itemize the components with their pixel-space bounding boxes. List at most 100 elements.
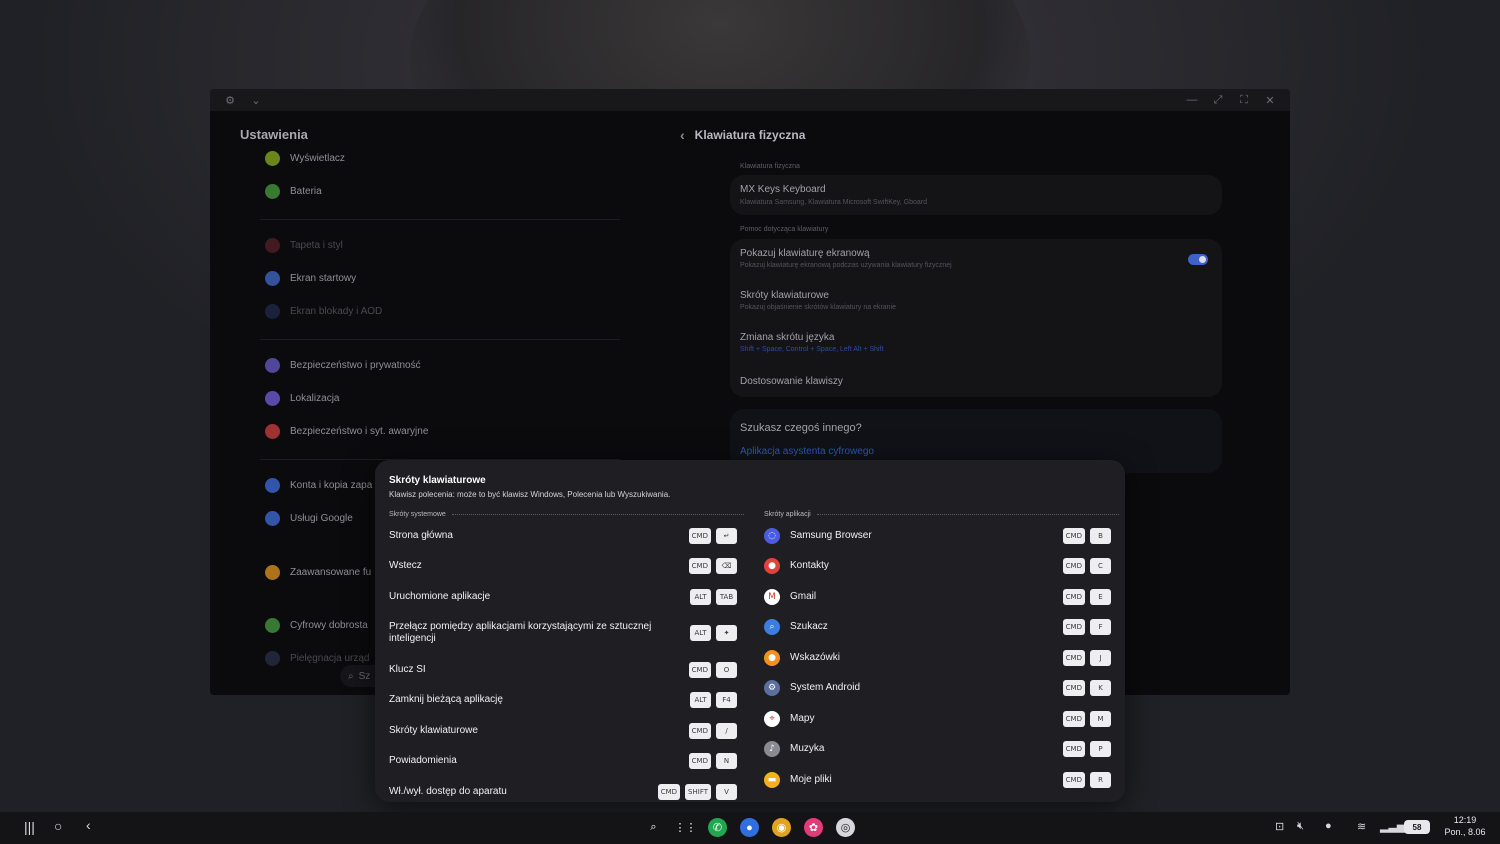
settings-item[interactable]: Bateria	[265, 184, 322, 199]
recent-apps-button[interactable]: |||	[24, 819, 35, 835]
settings-item[interactable]: Bezpieczeństwo i syt. awaryjne	[265, 424, 428, 439]
resize-icon[interactable]: ⤢	[1210, 94, 1226, 107]
setting-row-show-onscreen-keyboard[interactable]: Pokazuj klawiaturę ekranową Pokazuj klaw…	[730, 239, 1222, 281]
chevron-down-icon[interactable]: ⌄	[248, 94, 264, 107]
shortcut-label: Gmail	[790, 591, 817, 602]
settings-item-label: Usługi Google	[290, 513, 353, 524]
app-shortcut-row[interactable]: ⚙ System Android CMD K	[764, 676, 1111, 700]
app-shortcut-row[interactable]: ⌖ Mapy CMD M	[764, 707, 1111, 731]
app-shortcut-row[interactable]: ⌕ Szukacz CMD F	[764, 615, 1111, 639]
settings-sidebar: Ustawienia	[240, 127, 620, 142]
contacts-icon: ●	[764, 558, 780, 574]
chrome-app-icon[interactable]: ◉	[772, 818, 791, 837]
keyboard-card[interactable]: MX Keys Keyboard Klawiatura Samsung, Kla…	[730, 175, 1222, 215]
digital-assistant-link[interactable]: Aplikacja asystenta cyfrowego	[740, 446, 874, 457]
setting-row-language-shortcut[interactable]: Zmiana skrótu języka Shift + Space, Cont…	[730, 323, 1222, 365]
camera-app-icon[interactable]: ◎	[836, 818, 855, 837]
shortcut-keys: CMD E	[1062, 589, 1111, 605]
settings-item[interactable]: Pielęgnacja urząd	[265, 651, 370, 666]
settings-item[interactable]: Tapeta i styl	[265, 238, 343, 253]
my-files-icon: ▬	[764, 772, 780, 788]
clock-time: 12:19	[1453, 815, 1477, 825]
settings-item[interactable]: Zaawansowane fu	[265, 565, 371, 580]
shortcut-label: Szukacz	[790, 621, 828, 632]
phone-app-icon[interactable]: ✆	[708, 818, 727, 837]
keycap: SHIFT	[685, 784, 711, 800]
system-shortcut-row: Powiadomienia CMD N	[389, 749, 737, 773]
shortcut-label: Powiadomienia	[389, 755, 457, 766]
keycap: ⌫	[716, 558, 737, 574]
settings-item[interactable]: Bezpieczeństwo i prywatność	[265, 358, 421, 373]
messages-app-icon[interactable]: ●	[740, 818, 759, 837]
system-shortcut-row: Przełącz pomiędzy aplikacjami korzystają…	[389, 618, 737, 648]
app-shortcut-row[interactable]: ▬ Moje pliki CMD R	[764, 768, 1111, 792]
gallery-app-icon[interactable]: ✿	[804, 818, 823, 837]
apps-grid-icon[interactable]: ⋮⋮	[675, 818, 697, 837]
app-shortcut-row[interactable]: ● Kontakty CMD C	[764, 554, 1111, 578]
settings-item-icon	[265, 478, 280, 493]
shortcut-label: Mapy	[790, 713, 815, 724]
settings-title: Ustawienia	[240, 127, 308, 142]
clock[interactable]: 12:19 Pon., 8.06	[1440, 814, 1490, 838]
battery-indicator[interactable]: 58	[1404, 820, 1430, 834]
fullscreen-icon[interactable]: ⛶	[1236, 94, 1252, 107]
setting-row-key-customization[interactable]: Dostosowanie klawiszy	[730, 365, 1222, 397]
app-shortcut-row[interactable]: ♪ Muzyka CMD P	[764, 737, 1111, 761]
row-title: Skróty klawiaturowe	[740, 290, 829, 301]
settings-item[interactable]: Konta i kopia zapa	[265, 478, 372, 493]
setting-row-keyboard-shortcuts[interactable]: Skróty klawiaturowe Pokazuj objaśnienie …	[730, 281, 1222, 323]
settings-item[interactable]: Ekran blokady i AOD	[265, 304, 382, 319]
close-icon[interactable]: ✕	[1262, 94, 1278, 107]
keycap: CMD	[1062, 558, 1085, 574]
settings-item[interactable]: Usługi Google	[265, 511, 353, 526]
window-menu-icon[interactable]: ⚙	[222, 94, 238, 107]
onscreen-keyboard-toggle[interactable]	[1188, 254, 1208, 265]
settings-item-icon	[265, 151, 280, 166]
keycap: ALT	[690, 692, 711, 708]
keycap: ALT	[690, 625, 711, 641]
dotted-divider	[816, 514, 1119, 515]
shortcut-keys: CMD B	[1062, 528, 1111, 544]
settings-item-icon	[265, 651, 280, 666]
row-subtitle: Pokazuj objaśnienie skrótów klawiatury n…	[740, 304, 897, 311]
chat-icon[interactable]: ●	[1325, 820, 1332, 832]
keycap: CMD	[688, 723, 711, 739]
mute-icon[interactable]: 🔇︎	[1297, 820, 1304, 833]
shortcut-keys: CMD SHIFT V	[657, 784, 737, 800]
shortcut-label: Przełącz pomiędzy aplikacjami korzystają…	[389, 621, 652, 644]
settings-item[interactable]: Ekran startowy	[265, 271, 356, 286]
keycap: ↵	[716, 528, 737, 544]
system-shortcut-row: Zamknij bieżącą aplikację ALT F4	[389, 688, 737, 712]
finder-icon: ⌕	[764, 619, 780, 635]
shortcut-keys: CMD C	[1062, 558, 1111, 574]
keycap: CMD	[1062, 711, 1085, 727]
samsung-browser-icon: ◌	[764, 528, 780, 544]
settings-item-label: Konta i kopia zapa	[290, 480, 373, 491]
settings-item-icon	[265, 238, 280, 253]
settings-item[interactable]: Cyfrowy dobrosta	[265, 618, 368, 633]
settings-item-icon	[265, 304, 280, 319]
back-icon[interactable]: ‹	[680, 127, 685, 143]
app-shortcut-row[interactable]: M Gmail CMD E	[764, 585, 1111, 609]
shortcut-label: Samsung Browser	[790, 530, 872, 541]
window-titlebar: ⚙ ⌄ — ⤢ ⛶ ✕	[210, 89, 1290, 111]
minimize-icon[interactable]: —	[1184, 94, 1200, 106]
app-shortcut-row[interactable]: ◌ Samsung Browser CMD B	[764, 524, 1111, 548]
page-title: Klawiatura fizyczna	[694, 128, 806, 142]
back-button[interactable]: ‹	[86, 817, 91, 833]
system-shortcut-row: Wstecz CMD ⌫	[389, 554, 737, 578]
settings-item[interactable]: Wyświetlacz	[265, 151, 345, 166]
search-icon[interactable]: ⌕	[644, 818, 663, 837]
home-button[interactable]: ○	[54, 818, 62, 834]
wifi-icon[interactable]: ≋	[1357, 820, 1366, 833]
shortcut-keys: CMD O	[688, 662, 737, 678]
app-shortcut-row[interactable]: ● Wskazówki CMD J	[764, 646, 1111, 670]
system-shortcut-row: Uruchomione aplikacje ALT TAB	[389, 585, 737, 609]
settings-item[interactable]: Lokalizacja	[265, 391, 339, 406]
signal-icon[interactable]: ▂▃▅	[1380, 820, 1405, 833]
settings-item-icon	[265, 511, 280, 526]
shortcut-label: Zamknij bieżącą aplikację	[389, 694, 503, 705]
search-icon: ⌕	[348, 670, 354, 682]
settings-item-icon	[265, 358, 280, 373]
screenshot-icon[interactable]: ⊡	[1275, 820, 1284, 833]
